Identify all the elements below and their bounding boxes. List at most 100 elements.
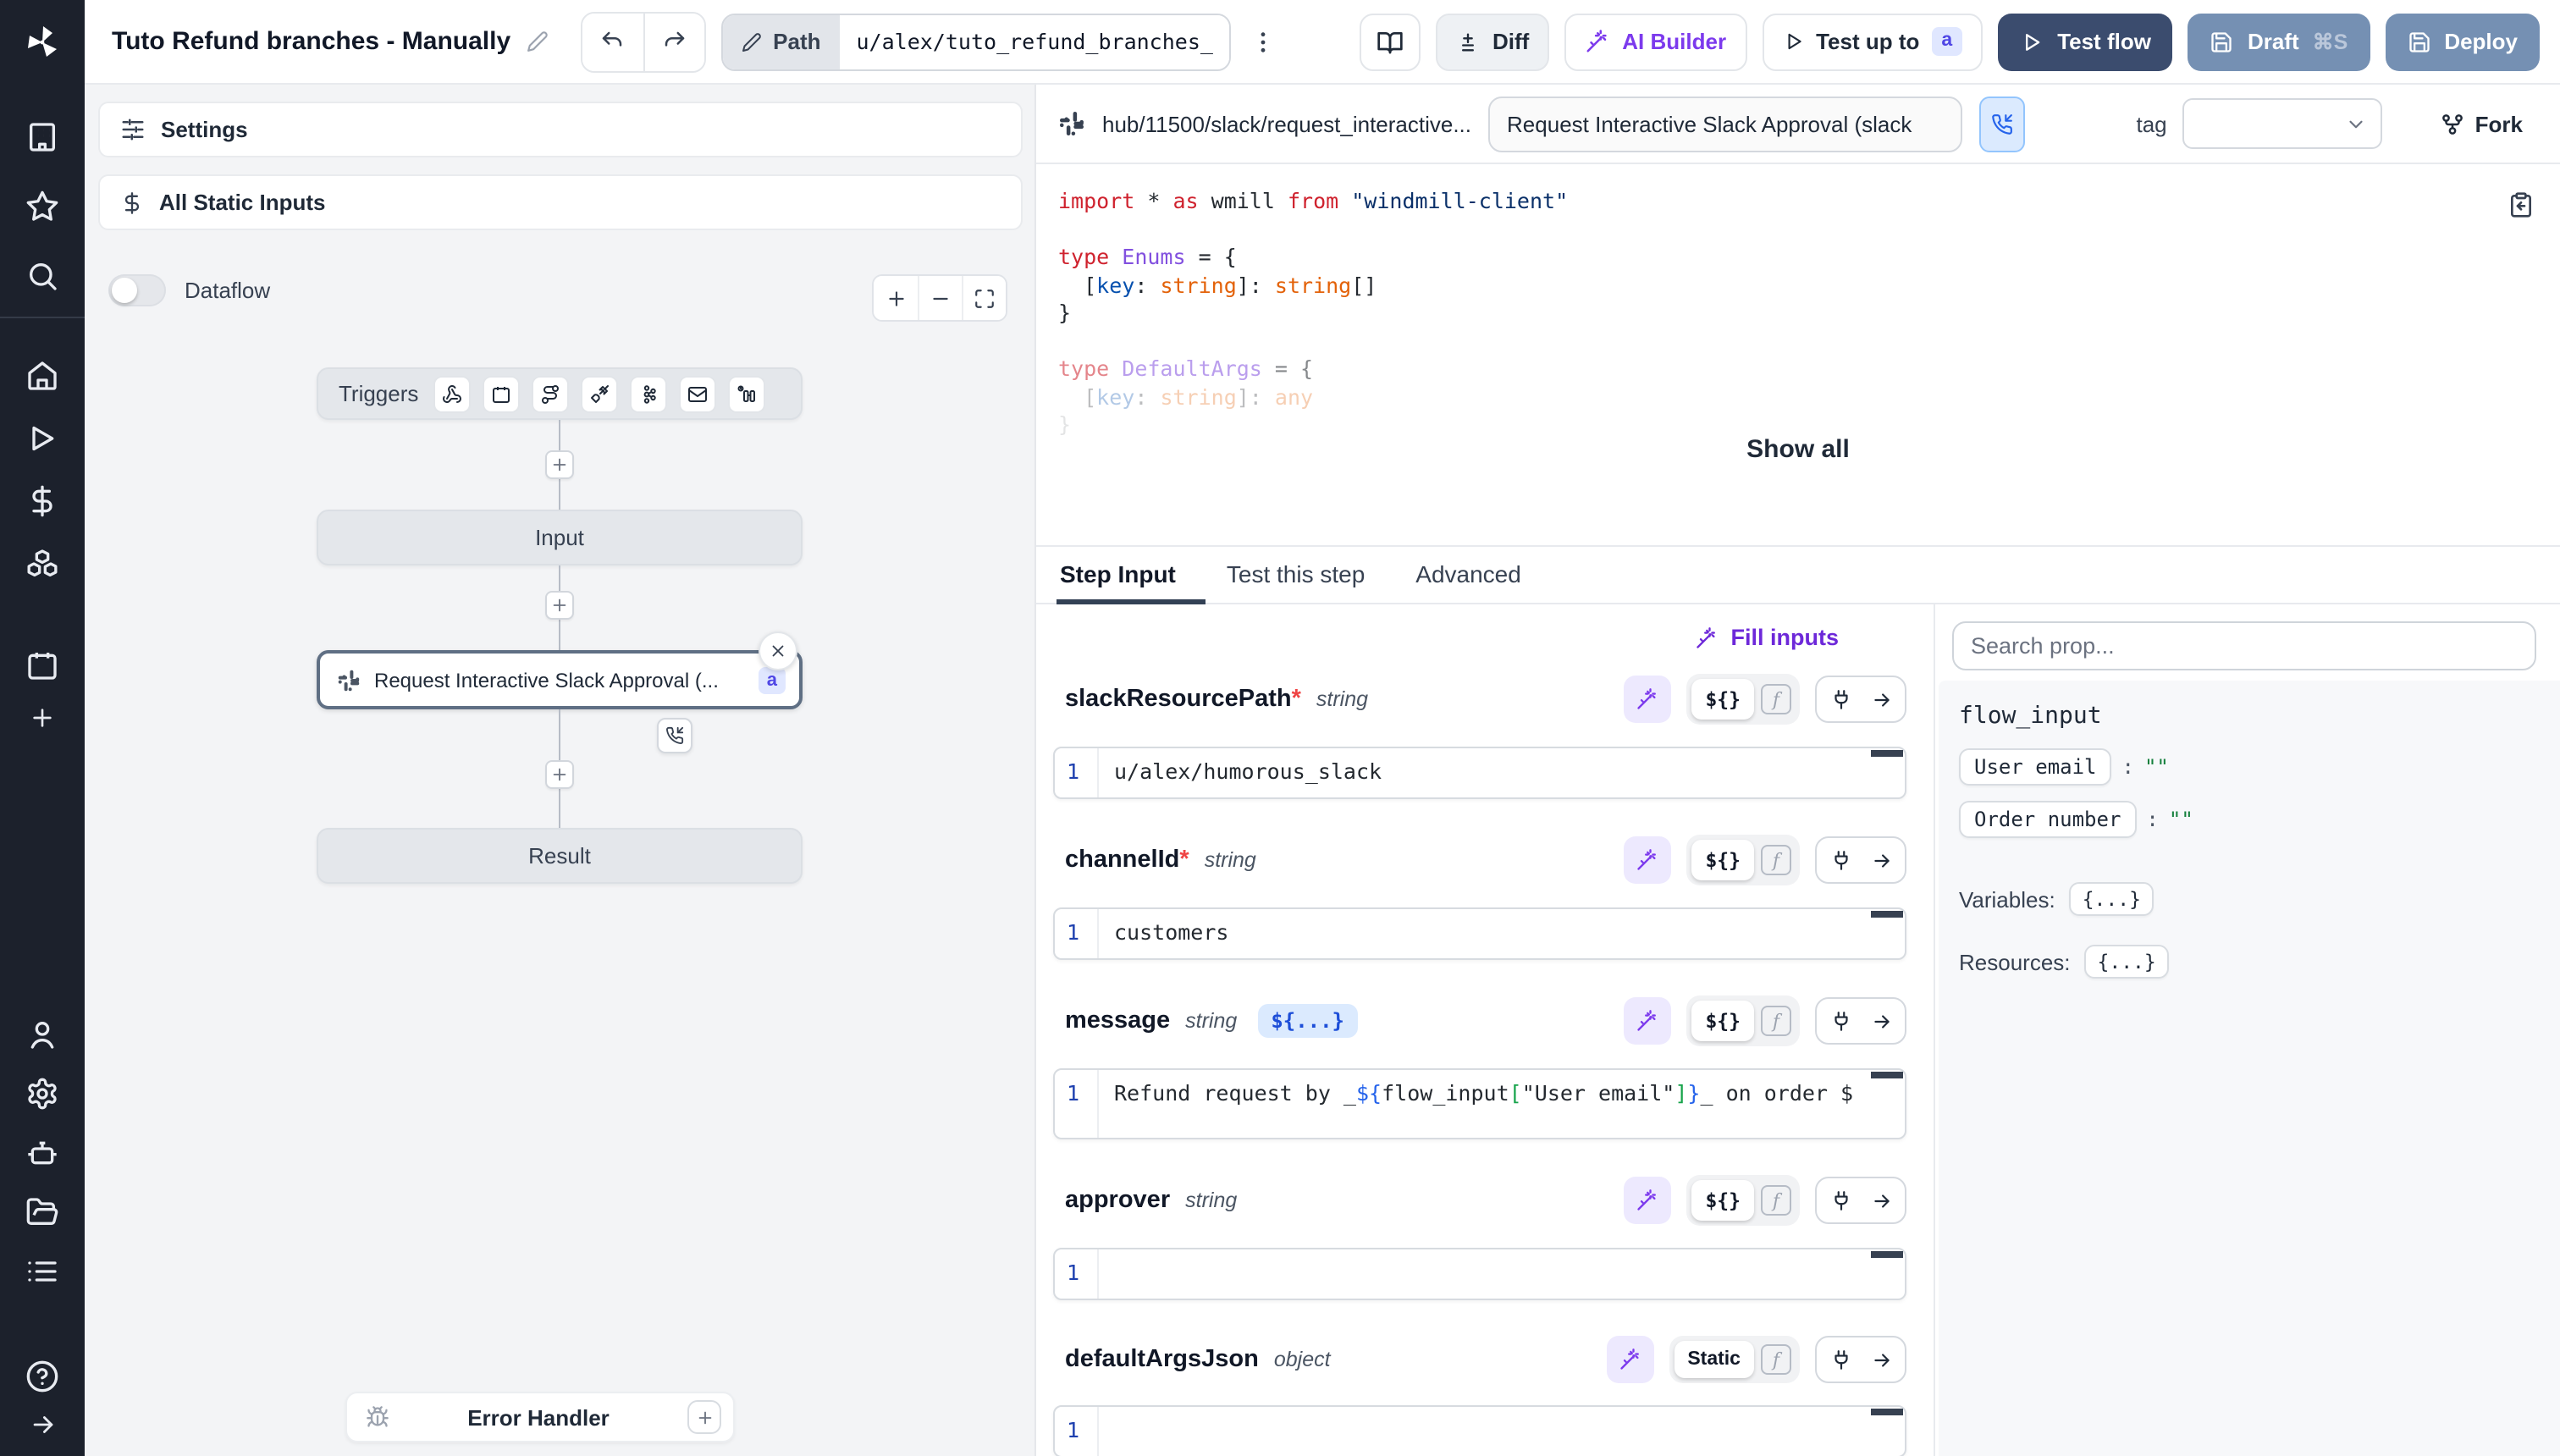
webhook-trigger-icon[interactable] [433,375,471,412]
polling-trigger-icon[interactable] [728,375,765,412]
arrow-right-icon[interactable] [1861,1339,1901,1380]
add-step-button-2[interactable] [545,591,574,620]
plug-icon[interactable] [1820,1180,1861,1221]
show-all-button[interactable]: Show all [1036,435,2560,464]
plug-icon[interactable] [1820,679,1861,720]
arrow-right-icon[interactable] [1861,1180,1901,1221]
diff-button[interactable]: Diff [1437,13,1549,70]
more-options-kebab-icon[interactable] [1247,28,1281,55]
edit-title-pencil-icon[interactable] [526,26,548,57]
editor-content[interactable]: Refund request by _${flow_input["User em… [1099,1070,1905,1138]
ai-bot-icon[interactable] [25,1136,59,1170]
expr-mode-button[interactable]: ${} [1691,679,1754,720]
expr-mode-button[interactable]: ${} [1691,1180,1754,1221]
expand-sidebar-icon[interactable] [28,1410,57,1439]
workspace-icon[interactable] [25,120,59,154]
editor-content[interactable] [1099,1407,1905,1456]
arrow-right-icon[interactable] [1861,679,1901,720]
kafka-trigger-icon[interactable] [630,375,667,412]
editor-content[interactable] [1099,1249,1905,1299]
expr-mode-button[interactable]: ${} [1691,840,1754,880]
favorites-star-icon[interactable] [25,190,59,223]
plug-icon[interactable] [1820,1339,1861,1380]
ai-builder-button[interactable]: AI Builder [1564,13,1746,70]
test-flow-button[interactable]: Test flow [1998,13,2173,70]
schedules-icon[interactable] [25,648,59,682]
tab-step-input[interactable]: Step Input [1060,560,1176,603]
function-mode-icon[interactable]: f [1761,845,1791,875]
value-editor[interactable]: 1 [1053,1248,1906,1300]
code-editor[interactable]: import * as wmill from "windmill-client"… [1036,164,2560,545]
add-step-button-1[interactable] [545,450,574,479]
editor-content[interactable]: customers [1099,909,1905,958]
arrow-right-icon[interactable] [1861,1001,1901,1041]
flow-title[interactable]: Tuto Refund branches - Manually [112,27,510,56]
settings-gear-icon[interactable] [25,1077,59,1111]
function-mode-icon[interactable]: f [1761,1344,1791,1375]
prop-order-number[interactable]: Order number : "" [1959,801,2540,838]
websocket-trigger-icon[interactable] [581,375,618,412]
fit-view-button[interactable] [962,276,1006,320]
all-static-inputs-row[interactable]: All Static Inputs [98,174,1023,230]
value-editor[interactable]: 1 [1053,1405,1906,1456]
search-prop-input[interactable] [1952,621,2536,670]
prop-user-email[interactable]: User email : "" [1959,748,2540,786]
value-editor[interactable]: 1 Refund request by _${flow_input["User … [1053,1068,1906,1139]
tab-test-this-step[interactable]: Test this step [1227,560,1365,603]
schedule-trigger-icon[interactable] [483,375,520,412]
flow-settings-row[interactable]: Settings [98,102,1023,157]
add-icon[interactable] [29,704,56,731]
variables-icon[interactable] [25,484,59,518]
help-icon[interactable] [25,1359,59,1393]
flow-input-root[interactable]: flow_input [1959,703,2540,730]
email-trigger-icon[interactable] [679,375,716,412]
ai-fill-icon-button[interactable] [1624,997,1671,1045]
folders-icon[interactable] [25,1195,59,1229]
home-icon[interactable] [25,359,59,393]
dataflow-toggle[interactable] [108,274,166,306]
function-mode-icon[interactable]: f [1761,684,1791,714]
audit-logs-icon[interactable] [25,1255,59,1288]
add-error-handler-button[interactable] [687,1400,721,1434]
ai-fill-icon-button[interactable] [1624,676,1671,723]
plug-icon[interactable] [1820,840,1861,880]
ai-fill-icon-button[interactable] [1624,836,1671,884]
tab-advanced[interactable]: Advanced [1415,560,1521,603]
error-handler-node[interactable]: Error Handler [345,1392,735,1442]
windmill-logo-icon[interactable] [0,0,85,85]
ai-fill-icon-button[interactable] [1606,1336,1653,1383]
slack-approval-step-node[interactable]: Request Interactive Slack Approval (... … [317,650,803,709]
redo-button[interactable] [643,13,703,70]
search-icon[interactable] [25,259,59,293]
approval-phone-button[interactable] [1979,96,2025,152]
hub-script-path[interactable]: hub/11500/slack/request_interactive... [1102,111,1471,136]
path-field[interactable]: Path u/alex/tuto_refund_branches_ [720,13,1232,70]
zoom-out-button[interactable] [918,276,962,320]
route-trigger-icon[interactable] [532,375,569,412]
ai-fill-icon-button[interactable] [1624,1177,1671,1224]
plug-icon[interactable] [1820,1001,1861,1041]
value-editor[interactable]: 1 u/alex/humorous_slack [1053,747,1906,799]
value-editor[interactable]: 1 customers [1053,907,1906,960]
result-node[interactable]: Result [317,828,803,884]
editor-content[interactable]: u/alex/humorous_slack [1099,748,1905,797]
function-mode-icon[interactable]: f [1761,1006,1791,1036]
user-icon[interactable] [25,1018,59,1051]
tag-select[interactable] [2182,98,2382,149]
expr-mode-button[interactable]: ${} [1691,1001,1754,1041]
path-value[interactable]: u/alex/tuto_refund_branches_ [840,14,1230,69]
arrow-right-icon[interactable] [1861,840,1901,880]
remove-step-button[interactable] [759,631,797,670]
input-node[interactable]: Input [317,510,803,565]
undo-button[interactable] [582,13,643,70]
step-name-input[interactable] [1488,96,1962,152]
add-step-button-3[interactable] [545,760,574,789]
docs-book-button[interactable] [1360,13,1421,70]
variables-expand-button[interactable]: {...} [2069,882,2154,916]
zoom-in-button[interactable] [874,276,918,320]
static-mode-button[interactable]: Static [1674,1341,1754,1378]
deploy-button[interactable]: Deploy [2385,13,2540,70]
resources-expand-button[interactable]: {...} [2084,945,2170,979]
fill-inputs-button[interactable]: Fill inputs [1696,625,1840,650]
draft-button[interactable]: Draft⌘S [2188,13,2370,70]
